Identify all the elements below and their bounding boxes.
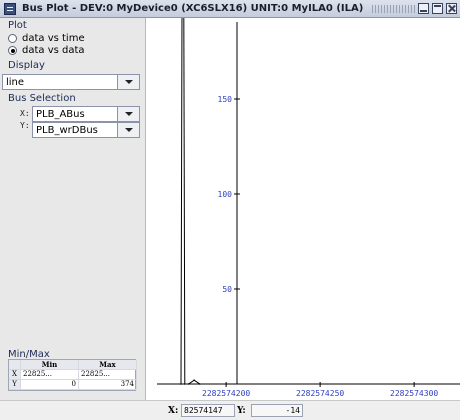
status-bar: X: 82574147 Y: -14: [0, 400, 460, 420]
title-bar: Bus Plot - DEV:0 MyDevice0 (XC6SLX16) UN…: [0, 0, 460, 18]
status-x-value: 82574147: [181, 404, 235, 417]
y-tick-label: 150: [218, 95, 233, 104]
minmax-header-max: Max: [79, 360, 137, 370]
left-panel: Plot data vs time data vs data Display l…: [0, 18, 146, 400]
data-point: [183, 383, 186, 385]
radio-data-vs-data[interactable]: data vs data: [8, 45, 85, 56]
data-point: [180, 383, 182, 385]
bus-y-label: Y:: [20, 121, 30, 130]
radio-label: data vs time: [22, 33, 85, 44]
minmax-row-y-label: Y: [9, 380, 21, 390]
data-point: [187, 383, 190, 385]
minmax-table: Min Max X 22825... 22825... Y 0 374: [8, 359, 137, 391]
bus-selection-title: Bus Selection: [8, 93, 76, 104]
plot-area[interactable]: 5010015020025030035022825742002282574250…: [147, 0, 460, 400]
bus-x-label: X:: [20, 109, 30, 118]
x-tick-label: 2282574300: [390, 389, 438, 398]
radio-label: data vs data: [22, 45, 85, 56]
data-point: [199, 383, 201, 385]
radio-icon[interactable]: [8, 46, 17, 55]
chevron-down-icon[interactable]: [117, 107, 139, 121]
display-group-title: Display: [8, 60, 45, 71]
window-title: Bus Plot - DEV:0 MyDevice0 (XC6SLX16) UN…: [22, 3, 364, 14]
x-tick-label: 2282574200: [202, 389, 250, 398]
title-grip: [372, 5, 416, 13]
y-tick-label: 100: [218, 190, 233, 199]
minmax-row-y-max: 374: [79, 380, 137, 390]
x-tick-label: 2282574250: [296, 389, 344, 398]
bus-plot-chart: 5010015020025030035022825742002282574250…: [157, 0, 460, 398]
status-y-value: -14: [251, 404, 303, 417]
chevron-down-icon[interactable]: [117, 75, 139, 89]
plot-group-title: Plot: [8, 20, 27, 31]
bus-x-select[interactable]: PLB_ABus: [32, 106, 140, 122]
minmax-row-y-min: 0: [21, 380, 79, 390]
y-tick-label: 50: [222, 285, 232, 294]
status-x-label: X:: [168, 406, 179, 416]
data-point: [193, 379, 195, 382]
minmax-row-x-min: 22825...: [21, 370, 79, 380]
display-select-value: line: [6, 76, 25, 88]
minmax-header-min: Min: [21, 360, 79, 370]
minmax-row-x-max: 22825...: [79, 370, 137, 380]
data-series-line: [180, 0, 227, 385]
minimize-icon[interactable]: [418, 3, 429, 14]
bus-x-value: PLB_ABus: [36, 108, 85, 120]
radio-data-vs-time[interactable]: data vs time: [8, 33, 85, 44]
minmax-row-x-label: X: [9, 370, 21, 380]
chevron-down-icon[interactable]: [117, 123, 139, 137]
bus-y-value: PLB_wrDBus: [36, 124, 98, 136]
display-select[interactable]: line: [2, 74, 140, 90]
radio-icon[interactable]: [8, 34, 17, 43]
minmax-corner: [9, 360, 21, 370]
close-icon[interactable]: [446, 3, 457, 14]
bus-y-select[interactable]: PLB_wrDBus: [32, 122, 140, 138]
app-icon: [4, 2, 16, 15]
maximize-icon[interactable]: [432, 3, 443, 14]
data-point: [225, 383, 227, 385]
status-y-label: Y:: [237, 406, 246, 416]
